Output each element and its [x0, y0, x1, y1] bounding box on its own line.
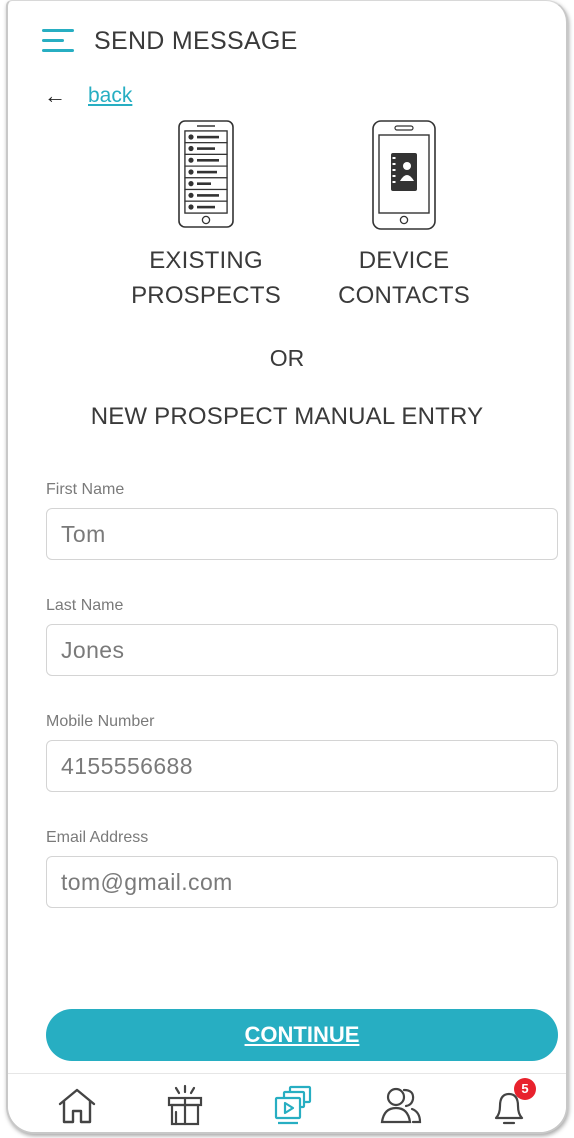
page-title: SEND MESSAGE	[94, 27, 298, 55]
phone-frame: SEND MESSAGE ← back EXISTING PROSPECTS D…	[6, 0, 568, 1134]
email-address-field[interactable]	[46, 856, 558, 908]
people-icon[interactable]	[378, 1084, 424, 1128]
mobile-number-label: Mobile Number	[46, 713, 155, 730]
mobile-number-field[interactable]	[46, 740, 558, 792]
bottom-nav: 5	[8, 1073, 566, 1132]
notification-badge: 5	[514, 1078, 536, 1100]
back-link[interactable]: back	[88, 83, 132, 109]
existing-prospects-option[interactable]: EXISTING PROSPECTS	[106, 119, 306, 313]
last-name-field[interactable]	[46, 624, 558, 676]
header: SEND MESSAGE	[8, 1, 566, 81]
first-name-field[interactable]	[46, 508, 558, 560]
device-contacts-line2: CONTACTS	[338, 282, 470, 309]
manual-entry-heading: NEW PROSPECT MANUAL ENTRY	[90, 403, 484, 430]
home-icon[interactable]	[54, 1084, 100, 1128]
phone-contacts-icon	[372, 120, 436, 230]
email-address-label: Email Address	[46, 829, 149, 846]
device-contacts-option[interactable]: DEVICE CONTACTS	[304, 119, 504, 313]
phone-list-icon	[178, 120, 234, 228]
back-arrow-icon[interactable]: ←	[44, 83, 66, 109]
menu-icon[interactable]	[42, 29, 74, 53]
last-name-label: Last Name	[46, 597, 124, 614]
bell-icon[interactable]: 5	[486, 1078, 536, 1128]
existing-prospects-line1: EXISTING	[149, 247, 263, 274]
existing-prospects-line2: PROSPECTS	[131, 282, 281, 309]
or-divider: OR	[269, 345, 305, 371]
gift-icon[interactable]	[162, 1084, 208, 1128]
device-contacts-line1: DEVICE	[358, 247, 450, 274]
media-icon[interactable]	[270, 1084, 316, 1128]
first-name-label: First Name	[46, 481, 125, 498]
continue-button[interactable]: CONTINUE	[46, 1009, 558, 1061]
